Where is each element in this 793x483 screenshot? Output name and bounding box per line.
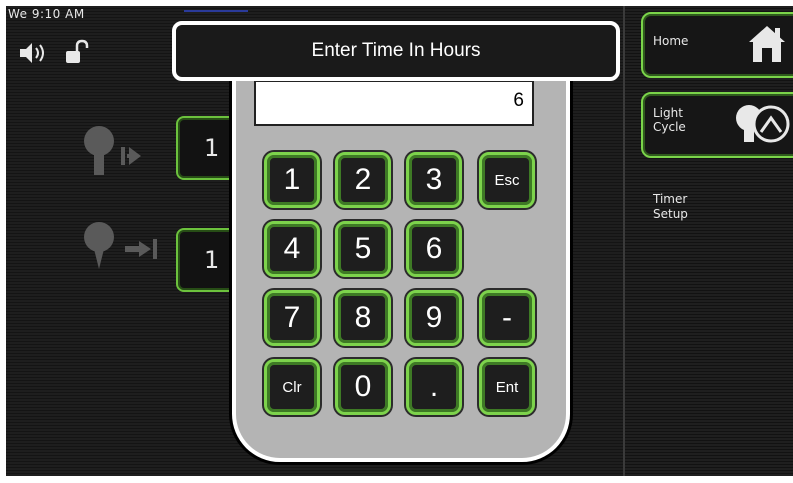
key-9[interactable]: 9: [406, 290, 462, 346]
sidebar-item-light-cycle[interactable]: Light Cycle: [641, 92, 793, 158]
volume-icon[interactable]: [18, 41, 52, 65]
timer-setup-label-2: Setup: [653, 207, 688, 221]
sidebar-item-timer-setup[interactable]: Timer Setup: [653, 192, 688, 222]
key-7[interactable]: 7: [264, 290, 320, 346]
enter-key[interactable]: Ent: [479, 359, 535, 415]
light-cycle-label-1: Light: [653, 106, 683, 120]
end-time-value: 1: [204, 246, 220, 274]
minus-key[interactable]: -: [479, 290, 535, 346]
key-4[interactable]: 4: [264, 221, 320, 277]
clear-key[interactable]: Clr: [264, 359, 320, 415]
light-cycle-label-2: Cycle: [653, 120, 686, 134]
dialog-title: Enter Time In Hours: [172, 21, 620, 81]
entry-display: 6: [254, 80, 534, 126]
key-3[interactable]: 3: [406, 152, 462, 208]
light-cycle-icon: [736, 105, 790, 143]
escape-key[interactable]: Esc: [479, 152, 535, 208]
unlock-icon[interactable]: [64, 39, 90, 65]
key-6[interactable]: 6: [406, 221, 462, 277]
light-off-icon: [84, 222, 157, 269]
key-2[interactable]: 2: [335, 152, 391, 208]
light-on-icon: [84, 126, 141, 175]
decimal-key[interactable]: .: [406, 359, 462, 415]
sidebar: Home Light Cycle Timer Setup: [623, 6, 793, 476]
key-1[interactable]: 1: [264, 152, 320, 208]
sidebar-item-home[interactable]: Home: [641, 12, 793, 78]
key-8[interactable]: 8: [335, 290, 391, 346]
status-indicator-line: [184, 10, 248, 12]
timer-setup-label-1: Timer: [653, 192, 688, 206]
key-0[interactable]: 0: [335, 359, 391, 415]
clock-readout: We 9:10 AM: [8, 7, 85, 21]
touch-panel-screen: We 9:10 AM 1 1 Home Light Cycle Timer Se…: [6, 6, 793, 476]
key-5[interactable]: 5: [335, 221, 391, 277]
start-time-value: 1: [204, 134, 220, 162]
home-label: Home: [653, 34, 689, 48]
home-icon: [749, 26, 785, 62]
numeric-keypad-dialog: 6 1 2 3 Esc 4 5 6 7 8 9 - Clr 0 . Ent: [232, 66, 570, 462]
